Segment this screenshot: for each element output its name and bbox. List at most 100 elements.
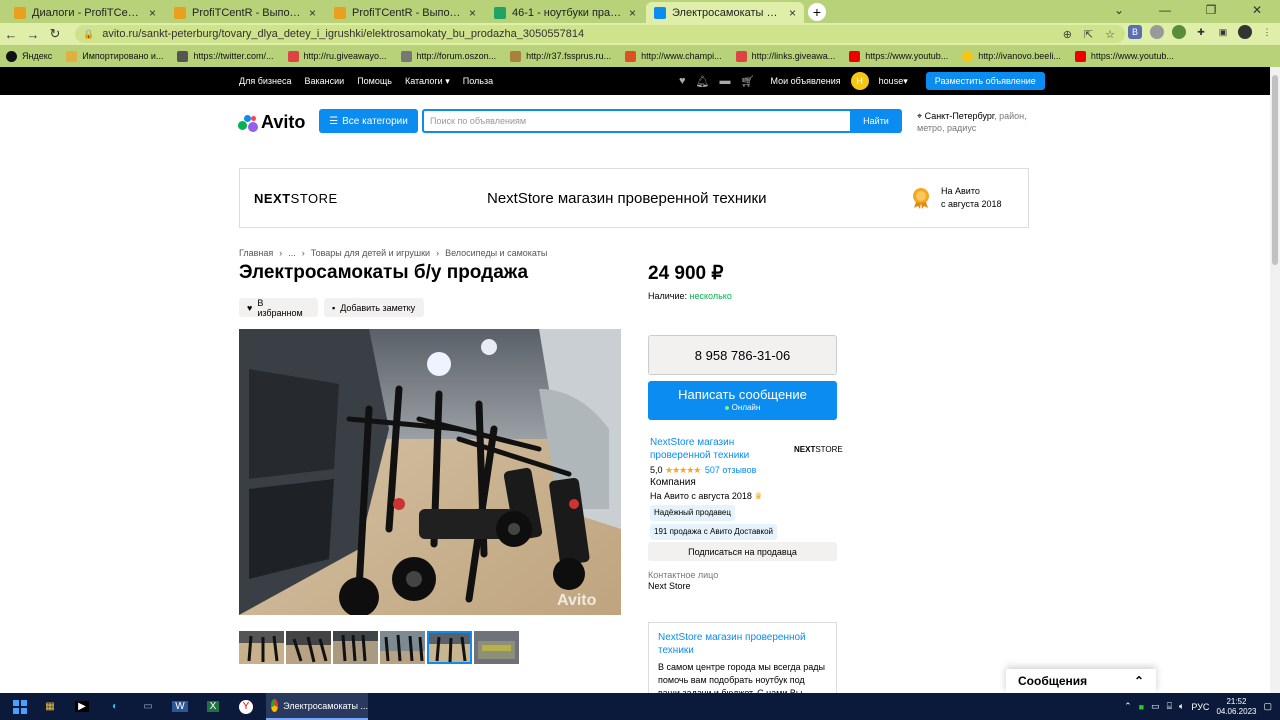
- share-icon[interactable]: ⇱: [1084, 28, 1093, 41]
- taskbar-chrome-active[interactable]: Электросамокаты ...: [266, 693, 368, 720]
- bookmark-item[interactable]: http://ivanovo.beeli...: [962, 50, 1061, 62]
- photo-thumbnail[interactable]: [239, 631, 284, 664]
- notifications-icon[interactable]: ▢: [1263, 701, 1272, 712]
- excel-icon[interactable]: X: [203, 697, 223, 716]
- close-tab-icon[interactable]: ×: [149, 6, 156, 20]
- close-tab-icon[interactable]: ×: [789, 6, 796, 20]
- messages-widget[interactable]: Сообщения ⌃: [1006, 669, 1156, 693]
- bookmark-item[interactable]: Яндекс: [6, 50, 52, 62]
- back-icon[interactable]: ←: [0, 27, 22, 42]
- extension-b-icon[interactable]: B: [1128, 25, 1142, 39]
- bookmark-item[interactable]: http://www.champi...: [625, 50, 722, 62]
- yandex-icon[interactable]: Y: [236, 697, 256, 716]
- browser-tab[interactable]: ProfiTCentR - Выполнение зада×: [326, 2, 484, 23]
- language-indicator[interactable]: РУС: [1191, 702, 1209, 712]
- search-button[interactable]: Найти: [850, 109, 902, 133]
- windows-start-icon[interactable]: [10, 697, 30, 716]
- extension-avatar-icon[interactable]: [1150, 25, 1164, 39]
- close-tab-icon[interactable]: ×: [469, 6, 476, 20]
- chevron-up-icon[interactable]: ⌃: [1134, 674, 1144, 688]
- favorite-button[interactable]: ♥ В избранном: [239, 298, 318, 318]
- chat-bubble-icon[interactable]: ▬: [720, 75, 731, 87]
- new-tab-button[interactable]: +: [808, 3, 826, 21]
- avatar[interactable]: H: [850, 72, 869, 90]
- forward-icon[interactable]: →: [22, 27, 44, 42]
- tray-app-icon[interactable]: ■: [1139, 702, 1144, 712]
- menu-dots-icon[interactable]: ⋮: [1260, 25, 1274, 39]
- write-message-button[interactable]: Написать сообщение Онлайн: [648, 381, 837, 420]
- reviews-link[interactable]: 507 отзывов: [705, 465, 757, 475]
- photo-thumbnail[interactable]: [333, 631, 378, 664]
- edge-icon[interactable]: ◐: [105, 697, 125, 716]
- volume-icon[interactable]: 🔈︎: [1179, 701, 1184, 712]
- network-icon[interactable]: ⌸: [1167, 701, 1172, 712]
- show-phone-button[interactable]: 8 958 786-31-06: [648, 335, 837, 375]
- sidebar-icon[interactable]: ▣: [1216, 25, 1230, 39]
- browser-tab-active[interactable]: Электросамокаты б/у продажа×: [646, 2, 804, 23]
- url-bar[interactable]: 🔒 avito.ru/sankt-peterburg/tovary_dlya_d…: [75, 25, 1125, 43]
- bookmark-item[interactable]: http://links.giveawa...: [735, 50, 835, 62]
- minimize-icon[interactable]: —: [1142, 0, 1188, 23]
- add-note-button[interactable]: ▪ Добавить заметку: [324, 298, 424, 317]
- seller-logo[interactable]: NEXTSTORE: [794, 444, 843, 456]
- close-tab-icon[interactable]: ×: [309, 6, 316, 20]
- reload-icon[interactable]: ↻: [44, 26, 66, 42]
- avito-logo[interactable]: Avito: [238, 112, 305, 133]
- user-menu[interactable]: house▾: [879, 76, 908, 87]
- nav-link-help[interactable]: Помощь: [357, 76, 392, 86]
- word-icon[interactable]: W: [170, 697, 190, 716]
- chevron-down-icon[interactable]: ⌄: [1096, 0, 1142, 23]
- breadcrumb-item[interactable]: Велосипеды и самокаты: [445, 248, 547, 258]
- profile-avatar-icon[interactable]: [1238, 25, 1252, 39]
- my-ads-link[interactable]: Мои объявления: [770, 76, 840, 86]
- seller-name-link[interactable]: NextStore магазин проверенной техники: [650, 436, 790, 462]
- taskbar-app-icon[interactable]: ▦: [40, 697, 60, 716]
- nav-link-business[interactable]: Для бизнеса: [239, 76, 292, 86]
- lock-icon[interactable]: 🔒: [83, 29, 94, 40]
- breadcrumb-item[interactable]: ...: [288, 248, 296, 258]
- nav-link-vacancies[interactable]: Вакансии: [305, 76, 345, 86]
- photo-thumbnail[interactable]: [380, 631, 425, 664]
- photo-thumbnail[interactable]: [286, 631, 331, 664]
- post-ad-button[interactable]: Разместить объявление: [925, 72, 1045, 90]
- bookmark-item[interactable]: https://www.youtub...: [1074, 50, 1174, 62]
- browser-tab[interactable]: Диалоги - ProfiTCentR ×: [6, 2, 164, 23]
- nav-link-benefit[interactable]: Польза: [463, 76, 493, 86]
- bookmark-item[interactable]: https://www.youtub...: [849, 50, 948, 62]
- all-categories-button[interactable]: ☰ Все категории: [319, 109, 418, 133]
- extension-globe-icon[interactable]: [1172, 25, 1186, 39]
- tray-app-icon[interactable]: ▭: [1151, 701, 1160, 712]
- seller-banner[interactable]: NEXTSTORE NextStore магазин проверенной …: [239, 168, 1029, 228]
- nav-link-catalogs[interactable]: Каталоги ▾: [405, 76, 450, 87]
- breadcrumb-item[interactable]: Главная: [239, 248, 273, 258]
- browser-tab[interactable]: ProfiTCentR - Выполнение зада×: [166, 2, 324, 23]
- photo-thumbnail[interactable]: [474, 631, 519, 664]
- seller-name-link[interactable]: NextStore магазин проверенной техники: [658, 631, 827, 657]
- close-window-icon[interactable]: ✕: [1234, 0, 1280, 23]
- reliable-seller-badge[interactable]: Надёжный продавец: [650, 505, 735, 521]
- zoom-icon[interactable]: ⊕: [1063, 28, 1072, 41]
- scrollbar-thumb[interactable]: [1272, 75, 1278, 265]
- listing-photo[interactable]: Avito: [239, 329, 621, 615]
- location-selector[interactable]: ⌖ Санкт-Петербург, район, метро, радиус: [917, 110, 1032, 134]
- delivery-sales-badge[interactable]: 191 продажа с Авито Доставкой: [650, 524, 778, 540]
- bookmark-item[interactable]: http://forum.oszon...: [400, 50, 496, 62]
- maximize-icon[interactable]: ❐: [1188, 0, 1234, 23]
- bookmark-item[interactable]: http://r37.fssprus.ru...: [510, 50, 611, 62]
- extensions-puzzle-icon[interactable]: ✚: [1194, 25, 1208, 39]
- search-input[interactable]: Поиск по объявлениям: [422, 109, 852, 133]
- explorer-icon[interactable]: ▭: [138, 697, 158, 716]
- heart-icon[interactable]: ♥: [679, 75, 686, 87]
- chevron-up-icon[interactable]: ⌃: [1124, 701, 1132, 712]
- clock[interactable]: 21:52 04.06.2023: [1216, 697, 1256, 717]
- bell-icon[interactable]: 🔔︎: [696, 75, 710, 88]
- subscribe-seller-button[interactable]: Подписаться на продавца: [648, 542, 837, 561]
- browser-tab[interactable]: 46-1 - ноутбуки прайсовые 11 н×: [486, 2, 644, 23]
- bookmark-item[interactable]: https://twitter.com/...: [177, 50, 274, 62]
- cart-icon[interactable]: 🛒︎: [741, 75, 755, 88]
- media-player-icon[interactable]: ▶: [72, 697, 92, 716]
- breadcrumb-item[interactable]: Товары для детей и игрушки: [311, 248, 430, 258]
- bookmark-star-icon[interactable]: ☆: [1105, 28, 1115, 41]
- bookmark-folder[interactable]: Импортировано и...: [66, 50, 163, 62]
- close-tab-icon[interactable]: ×: [629, 6, 636, 20]
